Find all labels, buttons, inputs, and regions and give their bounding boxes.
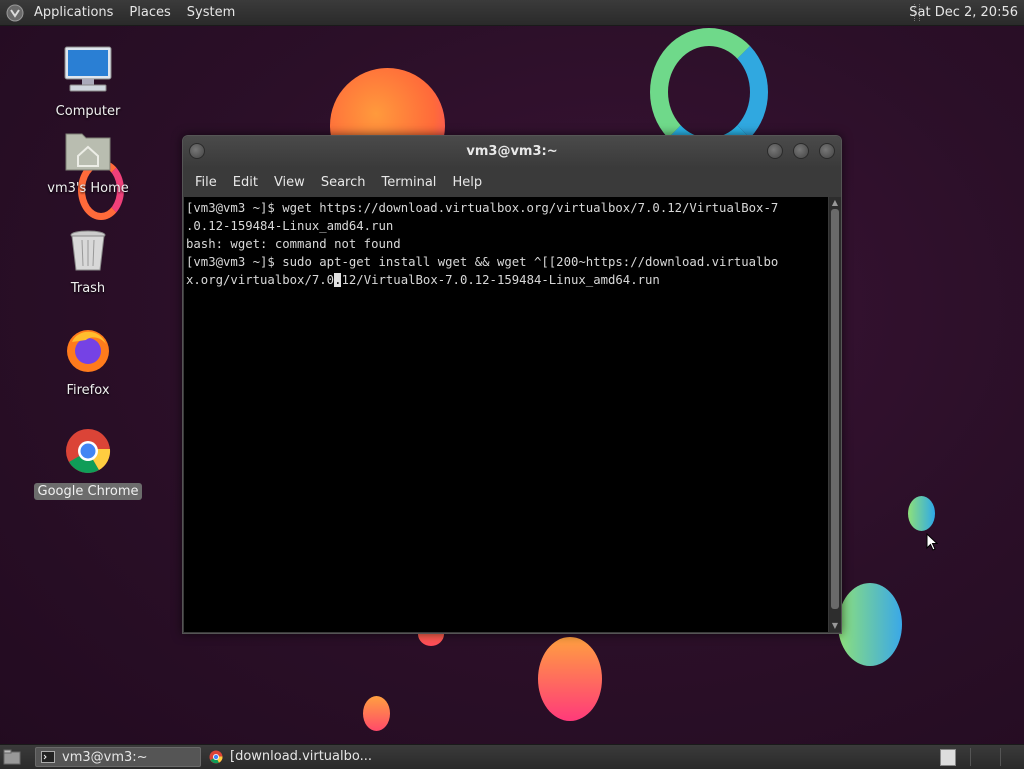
terminal-line-text: 12/VirtualBox-7.0.12-159484-Linux_amd64.…	[341, 273, 660, 287]
terminal-window[interactable]: vm3@vm3:~ File Edit View Search Terminal…	[182, 135, 842, 634]
menu-terminal[interactable]: Terminal	[373, 175, 444, 190]
trash-icon	[70, 230, 106, 271]
desktop-icon-label: Trash	[70, 281, 106, 296]
taskbar-item-chrome[interactable]: [download.virtualbo...	[204, 747, 424, 767]
top-panel: Applications Places System Sat Dec 2, 20…	[0, 0, 1024, 26]
mouse-pointer-icon	[926, 533, 938, 551]
desktop-icon-label: Firefox	[66, 383, 110, 398]
desktop-icon-label: vm3's Home	[47, 181, 129, 196]
maximize-button[interactable]	[793, 143, 809, 159]
mate-logo-icon[interactable]	[6, 4, 24, 22]
clock[interactable]: Sat Dec 2, 20:56	[909, 0, 1018, 25]
scroll-up-icon[interactable]: ▲	[831, 199, 839, 207]
menu-edit[interactable]: Edit	[225, 175, 266, 190]
desktop-icon-firefox[interactable]: Firefox	[33, 326, 143, 399]
bottom-panel: vm3@vm3:~ [download.virtualbo...	[0, 744, 1024, 769]
applications-menu[interactable]: Applications	[26, 0, 121, 25]
scroll-down-icon[interactable]: ▼	[831, 622, 839, 630]
window-title: vm3@vm3:~	[466, 144, 558, 159]
terminal-line-text: x.org/virtualbox/7.0	[186, 273, 335, 287]
menu-search[interactable]: Search	[313, 175, 374, 190]
workspace-switcher[interactable]	[940, 749, 956, 766]
terminal-output[interactable]: [vm3@vm3 ~]$ wget https://download.virtu…	[184, 197, 828, 632]
terminal-icon	[41, 751, 55, 763]
scrollbar-thumb[interactable]	[831, 209, 839, 609]
taskbar-item-terminal[interactable]: vm3@vm3:~	[35, 747, 201, 767]
show-desktop-icon[interactable]	[3, 749, 21, 765]
terminal-line: [vm3@vm3 ~]$ sudo apt-get install wget &…	[186, 255, 779, 269]
terminal-line: .0.12-159484-Linux_amd64.run	[186, 219, 394, 233]
taskbar-item-label: [download.virtualbo...	[230, 749, 373, 764]
terminal-line: bash: wget: command not found	[186, 237, 401, 251]
desktop-icon-label: Computer	[55, 104, 121, 119]
desktop-icon-label: Google Chrome	[33, 483, 143, 500]
decorative-bubble	[363, 696, 390, 731]
decorative-bubble	[538, 637, 602, 721]
computer-icon	[64, 46, 112, 92]
minimize-button[interactable]	[767, 143, 783, 159]
terminal-line: x.org/virtualbox/7.0.12/VirtualBox-7.0.1…	[186, 271, 826, 289]
panel-separator	[1000, 748, 1001, 766]
window-menu-button[interactable]	[189, 143, 205, 159]
taskbar-item-label: vm3@vm3:~	[62, 750, 148, 765]
desktop-icon-trash[interactable]: Trash	[33, 228, 143, 297]
menu-help[interactable]: Help	[444, 175, 490, 190]
desktop-icon-home[interactable]: vm3's Home	[33, 128, 143, 197]
terminal-scrollbar[interactable]: ▲ ▼	[829, 197, 841, 632]
firefox-icon	[67, 330, 109, 372]
close-button[interactable]	[819, 143, 835, 159]
window-titlebar[interactable]: vm3@vm3:~	[183, 136, 841, 168]
decorative-bubble	[838, 583, 902, 666]
desktop-icon-computer[interactable]: Computer	[33, 45, 143, 120]
menu-file[interactable]: File	[187, 175, 225, 190]
chrome-icon	[209, 750, 223, 764]
panel-separator	[970, 748, 971, 766]
home-folder-icon	[65, 133, 111, 171]
menu-view[interactable]: View	[266, 175, 313, 190]
decorative-bubble	[908, 496, 935, 531]
places-menu[interactable]: Places	[121, 0, 178, 25]
chrome-icon	[66, 429, 111, 473]
desktop-icon-chrome[interactable]: Google Chrome	[33, 427, 143, 500]
terminal-line: [vm3@vm3 ~]$ wget https://download.virtu…	[186, 201, 779, 215]
system-menu[interactable]: System	[179, 0, 243, 25]
terminal-menubar: File Edit View Search Terminal Help	[183, 168, 841, 196]
